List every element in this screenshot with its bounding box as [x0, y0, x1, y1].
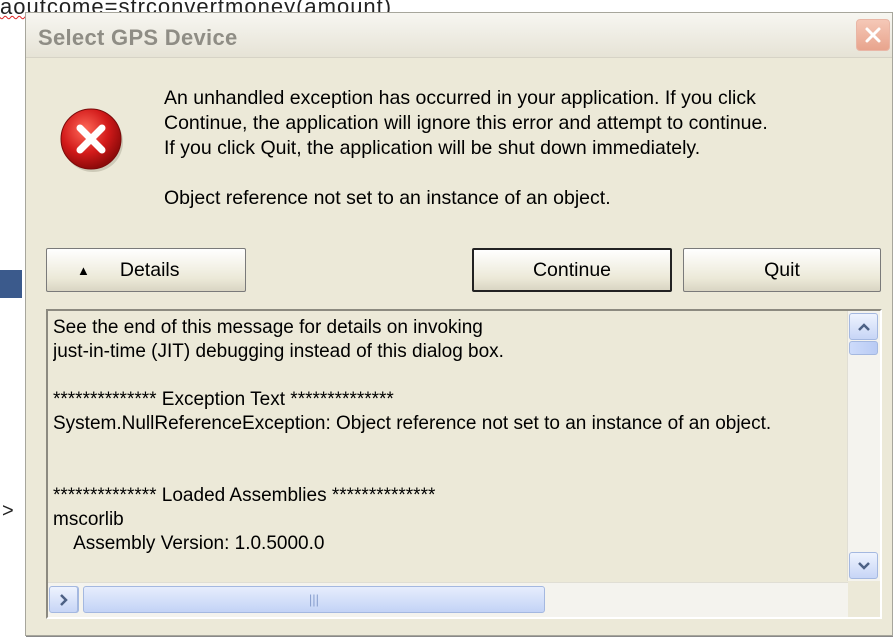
continue-button[interactable]: Continue [472, 248, 672, 292]
quit-button-label: Quit [764, 258, 800, 281]
details-line [53, 364, 843, 388]
chevron-down-icon [857, 561, 870, 570]
error-icon [60, 108, 123, 172]
close-icon [865, 27, 881, 43]
dialog-title: Select GPS Device [38, 25, 238, 50]
details-line: See the end of this message for details … [53, 317, 483, 338]
details-line: ************** Loaded Assemblies *******… [53, 485, 436, 506]
scroll-up-button[interactable] [849, 313, 878, 340]
close-button[interactable] [856, 19, 890, 51]
vertical-scrollbar[interactable] [847, 311, 880, 581]
error-message: An unhandled exception has occurred in y… [164, 86, 884, 211]
title-bar[interactable]: Select GPS Device [26, 13, 892, 58]
quit-button[interactable]: Quit [683, 248, 881, 292]
vertical-scroll-thumb[interactable] [849, 341, 878, 355]
triangle-up-icon: ▲ [77, 262, 90, 278]
details-textbox[interactable]: See the end of this message for details … [46, 309, 882, 619]
chevron-up-icon [857, 322, 870, 331]
message-line: If you click Quit, the application will … [164, 137, 701, 159]
details-line: mscorlib [53, 509, 124, 530]
details-text[interactable]: See the end of this message for details … [53, 316, 843, 581]
details-button[interactable]: ▲ Details [46, 248, 246, 292]
details-line: ************** Exception Text **********… [53, 389, 394, 410]
message-line: An unhandled exception has occurred in y… [164, 87, 756, 109]
details-line: Assembly Version: 1.0.5000.0 [53, 533, 325, 554]
scroll-down-button[interactable] [849, 552, 878, 579]
details-line [53, 460, 843, 484]
background-taskbar-strip [0, 270, 22, 298]
continue-button-label: Continue [532, 258, 612, 281]
details-line [53, 436, 843, 460]
horizontal-scrollbar[interactable]: ||| [48, 582, 848, 617]
message-line: Continue, the application will ignore th… [164, 112, 768, 134]
background-glyph: > [2, 500, 14, 522]
horizontal-scroll-thumb[interactable]: ||| [83, 586, 545, 613]
scrollbar-corner [848, 583, 880, 617]
exception-message: Object reference not set to an instance … [164, 187, 611, 209]
grip-icon: ||| [308, 592, 320, 607]
details-button-label: Details [119, 258, 180, 281]
details-line: System.NullReferenceException: Object re… [53, 413, 772, 434]
chevron-right-icon [59, 593, 68, 606]
scroll-right-button[interactable] [49, 586, 78, 613]
exception-dialog: Select GPS Device An unhandled exception… [25, 12, 893, 636]
details-line: just-in-time (JIT) debugging instead of … [53, 341, 504, 362]
